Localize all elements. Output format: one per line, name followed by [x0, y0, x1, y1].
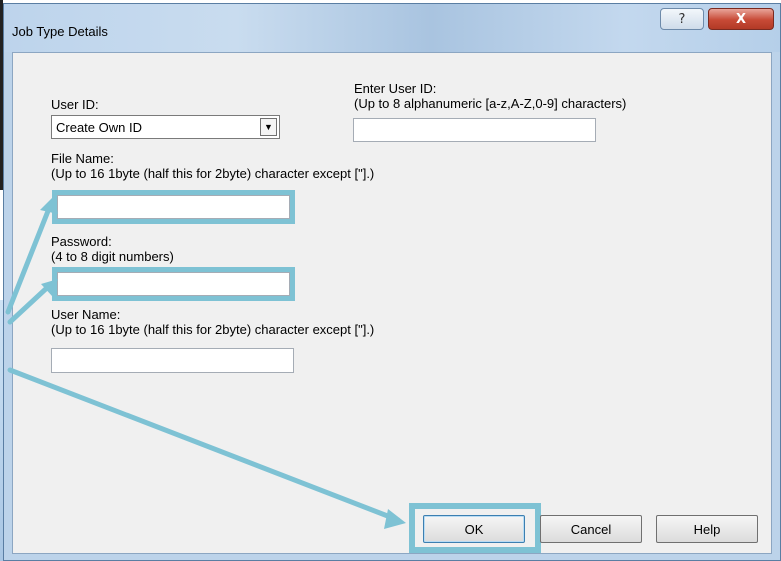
enter-user-id-label: Enter User ID: (Up to 8 alphanumeric [a-… [354, 81, 627, 111]
file-name-label: File Name: (Up to 16 1byte (half this fo… [51, 151, 375, 181]
help-caption-button[interactable]: ? [660, 8, 704, 30]
password-input[interactable] [52, 267, 295, 301]
user-id-select[interactable]: Create Own ID ▼ [51, 115, 280, 139]
close-button[interactable]: X [708, 8, 774, 30]
user-id-label: User ID: [51, 97, 99, 112]
title-bar[interactable]: Job Type Details ? X [4, 4, 780, 52]
user-name-label: User Name: (Up to 16 1byte (half this fo… [51, 307, 375, 337]
job-type-details-dialog: Job Type Details ? X Enter User ID: (Up … [3, 3, 781, 561]
cancel-button[interactable]: Cancel [540, 515, 642, 543]
password-label: Password: (4 to 8 digit numbers) [51, 234, 174, 264]
dialog-body: Enter User ID: (Up to 8 alphanumeric [a-… [12, 52, 772, 554]
user-id-selected-value: Create Own ID [56, 120, 142, 135]
ok-button[interactable]: OK [423, 515, 525, 543]
help-button[interactable]: Help [656, 515, 758, 543]
chevron-down-icon[interactable]: ▼ [260, 118, 277, 136]
user-name-input[interactable] [51, 348, 294, 373]
enter-user-id-input[interactable] [353, 118, 596, 142]
dialog-title: Job Type Details [12, 24, 108, 39]
file-name-input[interactable] [52, 190, 295, 224]
